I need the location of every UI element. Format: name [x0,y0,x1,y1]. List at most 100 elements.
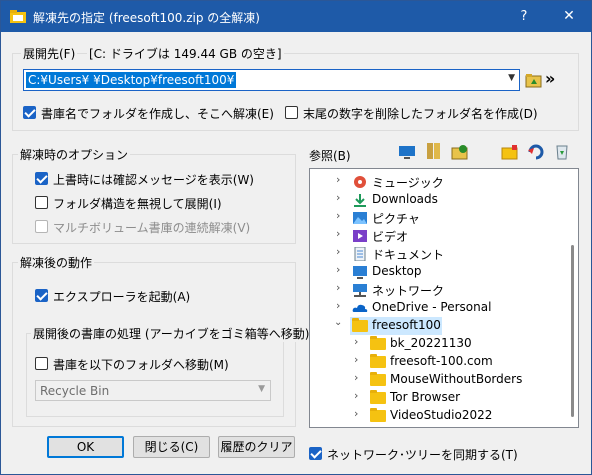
chevron-right-icon[interactable]: › [336,173,340,186]
multivolume-checkbox [35,220,48,233]
desktop-icon[interactable] [398,144,416,160]
folder-tree[interactable]: › ミュージック › Downloads › ピクチャ › ビデオ › ドキュメ… [309,168,579,428]
tree-item[interactable]: › VideoStudio2022 [310,407,566,425]
tree-item-label: MouseWithoutBorders [390,372,523,386]
tree-item[interactable]: › ビデオ [310,227,566,245]
folder-icon [370,390,386,404]
browse-folder-icon[interactable] [525,72,543,88]
pictures-icon [352,211,368,225]
tree-item-label: OneDrive - Personal [372,300,492,314]
tree-item[interactable]: › Downloads [310,191,566,209]
chevron-right-icon[interactable]: › [336,281,340,294]
chevron-down-icon[interactable]: ▼ [508,73,515,83]
documents-icon [352,246,368,262]
multivolume-label: マルチボリューム書庫の連続解凍(V) [53,221,251,235]
tree-item[interactable]: › bk_20221130 [310,335,566,353]
open-folder-icon[interactable] [501,144,519,160]
tree-item-label: ドキュメント [372,248,445,262]
tree-item[interactable]: › ネットワーク [310,281,566,299]
ok-button[interactable]: OK [47,436,124,458]
help-button[interactable]: ? [501,1,547,32]
chevron-right-icon[interactable]: › [354,407,358,420]
network-icon [352,283,368,297]
recycle-bin-icon[interactable] [553,142,571,160]
confirm-overwrite-checkbox[interactable] [35,172,48,185]
title-bar: 解凍先の指定 (freesoft100.zip の全解凍) ? ✕ [1,1,591,32]
extract-dialog: 解凍先の指定 (freesoft100.zip の全解凍) ? ✕ 展開先(F)… [0,0,592,475]
window-title: 解凍先の指定 (freesoft100.zip の全解凍) [33,11,260,25]
tree-item-label: Tor Browser [390,390,461,404]
close-button[interactable]: 閉じる(C) [133,436,210,458]
chevron-down-icon[interactable]: ⌄ [334,317,342,328]
tree-item[interactable]: › Desktop [310,263,566,281]
tree-item[interactable]: › OneDrive - Personal [310,299,566,317]
ignore-structure-label: フォルダ構造を無視して展開(I) [53,197,222,211]
sync-tree-checkbox[interactable] [309,447,322,460]
tree-item[interactable]: › ピクチャ [310,209,566,227]
strip-number-checkbox[interactable] [285,106,298,119]
refresh-icon[interactable] [527,144,545,160]
chevron-right-icon[interactable]: › [336,263,340,276]
strip-number-label: 末尾の数字を削除したフォルダ名を作成(D) [303,107,538,121]
music-icon [352,175,368,189]
tree-scrollbar[interactable] [566,169,578,427]
chevron-down-icon: ▼ [258,384,265,394]
scrollbar-thumb[interactable] [571,245,574,417]
more-options-button[interactable]: » [545,69,555,88]
launch-explorer-checkbox[interactable] [35,289,48,302]
tree-item[interactable]: › MouseWithoutBorders [310,371,566,389]
move-target-select: Recycle Bin ▼ [35,380,271,401]
drive-info: [C: ドライブは 149.44 GB の空き] [87,45,284,62]
tree-item[interactable]: › ドキュメント [310,245,566,263]
video-icon [352,229,368,243]
move-target-value: Recycle Bin [40,384,110,398]
move-archive-label: 書庫を以下のフォルダへ移動(M) [53,358,229,372]
tree-item-label: Desktop [372,264,422,278]
folder-icon [370,408,386,422]
destination-path-combo[interactable]: C:¥Users¥ ¥Desktop¥freesoft100¥ ▼ [23,69,520,91]
tree-item-label: VideoStudio2022 [390,408,493,422]
tree-item[interactable]: › freesoft-100.com [310,353,566,371]
chevron-right-icon[interactable]: › [336,209,340,222]
chevron-right-icon[interactable]: › [354,353,358,366]
chevron-right-icon[interactable]: › [336,191,340,204]
folder-icon [370,354,386,368]
browse-label: 参照(B) [309,149,351,163]
confirm-overwrite-label: 上書時には確認メッセージを表示(W) [53,173,254,187]
documents-icon[interactable] [425,142,443,159]
tree-item[interactable]: › Tor Browser [310,389,566,407]
extract-options-title: 解凍時のオプション [18,146,131,163]
tree-item-label: freesoft100 [372,318,441,332]
tree-item-label: bk_20221130 [390,336,472,350]
chevron-right-icon[interactable]: › [354,335,358,348]
clear-history-button[interactable]: 履歴のクリア [218,436,295,458]
tree-item-label: ミュージック [372,176,444,190]
chevron-right-icon[interactable]: › [336,227,340,240]
folder-icon [352,318,368,332]
ignore-structure-checkbox[interactable] [35,196,48,209]
onedrive-icon [352,301,368,315]
close-window-button[interactable]: ✕ [547,1,591,32]
chevron-right-icon[interactable]: › [354,389,358,402]
app-icon [10,9,26,23]
new-folder-icon[interactable] [451,144,469,160]
destination-label: 展開先(F) [21,45,78,62]
chevron-right-icon[interactable]: › [336,245,340,258]
tree-item[interactable]: › ミュージック [310,173,566,191]
tree-item-label: ネットワーク [372,284,445,298]
folder-icon [370,372,386,386]
move-archive-checkbox[interactable] [35,357,48,370]
chevron-right-icon[interactable]: › [336,299,340,312]
archive-handling-group [26,333,284,417]
tree-item-label: ピクチャ [372,212,420,226]
chevron-right-icon[interactable]: › [354,371,358,384]
tree-item-selected[interactable]: ⌄ freesoft100 [310,317,566,335]
folder-icon [370,336,386,350]
desktop-icon [352,265,368,279]
create-folder-label: 書庫名でフォルダを作成し、そこへ解凍(E) [41,107,274,121]
create-folder-checkbox[interactable] [23,106,36,119]
tree-item-label: Downloads [372,192,438,206]
download-icon [352,193,368,207]
archive-handling-title: 展開後の書庫の処理 (アーカイブをゴミ箱等へ移動) [31,325,312,342]
after-actions-title: 解凍後の動作 [18,254,95,271]
